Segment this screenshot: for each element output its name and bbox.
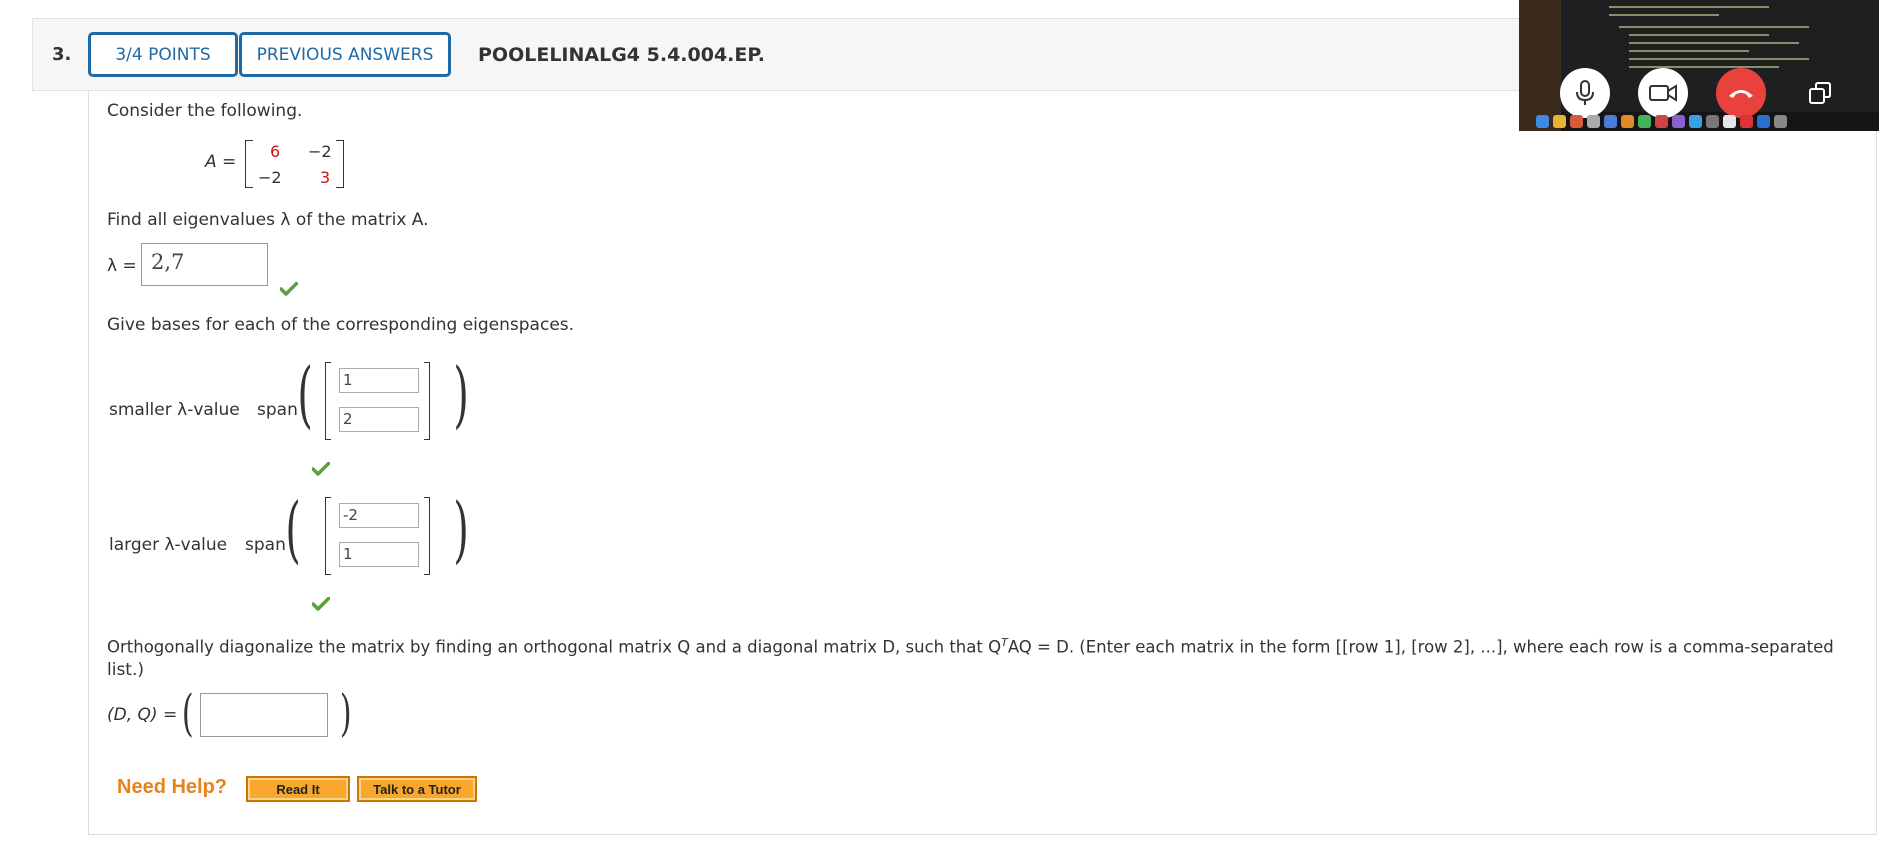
diagonalize-prompt: Orthogonally diagonalize the matrix by f… — [107, 636, 1834, 657]
read-it-button[interactable]: Read It — [246, 776, 350, 802]
span-label-larger: span — [245, 535, 286, 555]
video-call-overlay — [1519, 0, 1879, 131]
vector-left-bracket-smaller — [325, 362, 331, 440]
eigenvalues-input[interactable]: 2,7 — [141, 243, 268, 286]
previous-answers-button[interactable]: PREVIOUS ANSWERS — [239, 32, 451, 77]
intro-text: Consider the following. — [107, 101, 303, 121]
video-camera-icon[interactable] — [1638, 68, 1688, 118]
larger-vector-entry-2[interactable]: 1 — [339, 542, 419, 567]
matrix-label: A = — [205, 152, 237, 172]
right-paren-smaller: ) — [453, 352, 469, 436]
right-paren-dq: ) — [339, 684, 352, 742]
end-call-icon[interactable] — [1716, 68, 1766, 118]
larger-vector-entry-1[interactable]: -2 — [339, 503, 419, 528]
dq-input[interactable] — [200, 693, 328, 737]
smaller-vector-entry-1[interactable]: 1 — [339, 368, 419, 393]
eigenvalue-prompt: Find all eigenvalues λ of the matrix A. — [107, 210, 429, 230]
left-paren-smaller: ( — [297, 352, 313, 436]
dq-label: (D, Q) = — [107, 705, 178, 725]
matrix-a22: 3 — [320, 168, 331, 187]
smaller-lambda-label: smaller λ-value — [109, 400, 240, 420]
eigenspace-prompt: Give bases for each of the corresponding… — [107, 315, 575, 335]
matrix-left-bracket — [245, 140, 253, 188]
question-number: 3. — [52, 44, 72, 65]
diagonalize-prompt-line2: list.) — [107, 660, 145, 680]
matrix-right-bracket — [336, 140, 344, 188]
matrix-a21: −2 — [258, 168, 282, 187]
dock-icons — [1536, 113, 1866, 129]
diagonalize-prompt-end: AQ = D. (Enter each matrix in the form [… — [1007, 637, 1834, 657]
larger-lambda-label: larger λ-value — [109, 535, 228, 555]
matrix-a11: 6 — [270, 142, 281, 161]
points-button[interactable]: 3/4 POINTS — [88, 32, 238, 77]
check-icon — [312, 597, 330, 611]
left-paren-larger: ( — [285, 487, 301, 571]
matrix-a12: −2 — [308, 142, 332, 161]
check-icon — [312, 462, 330, 476]
transpose-superscript: T — [1001, 636, 1008, 649]
span-label-smaller: span — [257, 400, 298, 420]
popout-window-icon[interactable] — [1795, 68, 1845, 118]
problem-id: POOLELINALG4 5.4.004.EP. — [478, 44, 766, 66]
smaller-vector-entry-2[interactable]: 2 — [339, 407, 419, 432]
camera-feed — [1519, 0, 1561, 131]
diagonalize-prompt-start: Orthogonally diagonalize the matrix by f… — [107, 637, 1002, 657]
vector-right-bracket-smaller — [424, 362, 430, 440]
microphone-icon[interactable] — [1560, 68, 1610, 118]
lambda-label: λ = — [107, 256, 137, 276]
question-content — [88, 91, 1877, 835]
check-icon — [280, 282, 298, 296]
right-paren-larger: ) — [453, 487, 469, 571]
vector-right-bracket-larger — [424, 497, 430, 575]
vector-left-bracket-larger — [325, 497, 331, 575]
need-help-label: Need Help? — [117, 776, 228, 798]
left-paren-dq: ( — [181, 684, 194, 742]
talk-to-tutor-button[interactable]: Talk to a Tutor — [357, 776, 477, 802]
